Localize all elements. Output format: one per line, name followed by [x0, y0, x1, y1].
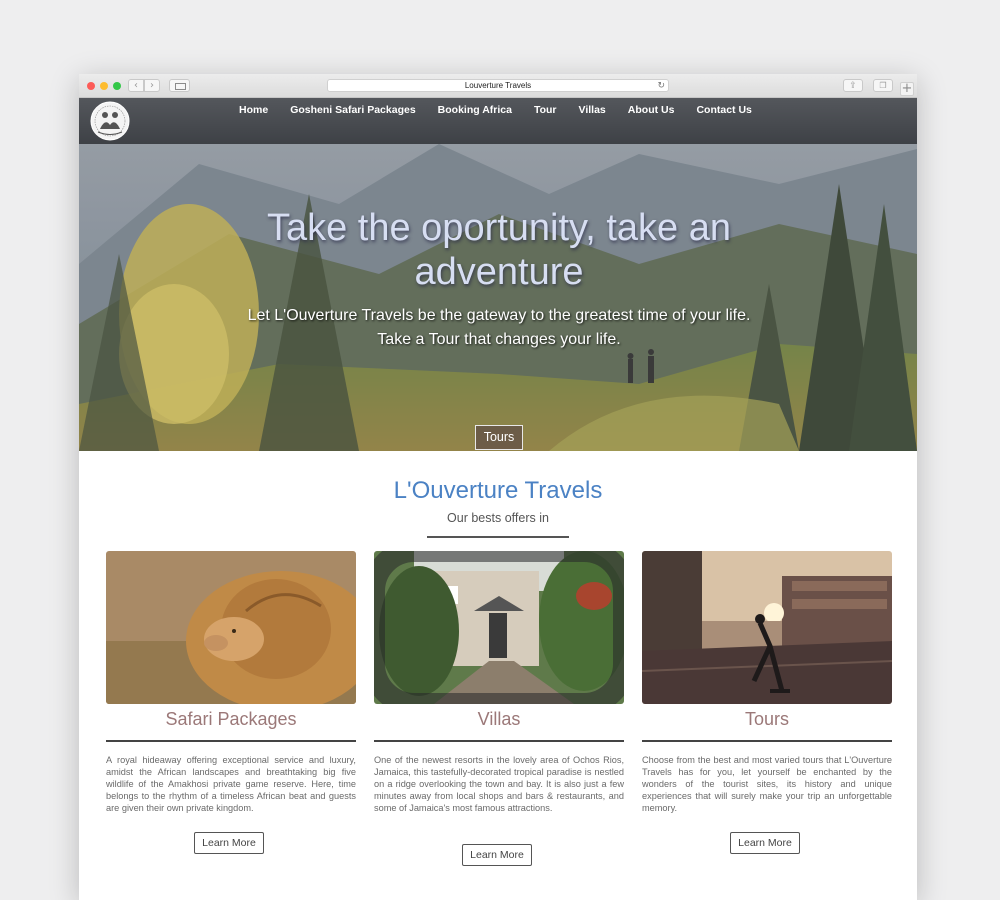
- safari-lion-image: [106, 551, 356, 704]
- card-description: A royal hideaway offering exceptional se…: [106, 755, 356, 813]
- card-description: Choose from the best and most varied tou…: [642, 755, 892, 813]
- learn-more-button[interactable]: Learn More: [730, 832, 800, 854]
- villa-image: [374, 551, 624, 704]
- learn-more-button[interactable]: Learn More: [462, 844, 532, 866]
- browser-titlebar: ‹ › Louverture Travels ↻ +: [79, 74, 917, 98]
- offers-subtitle: Our bests offers in: [447, 511, 549, 525]
- reload-icon[interactable]: ↻: [657, 80, 665, 92]
- hero-subtitle: Let L'Ouverture Travels be the gateway t…: [247, 307, 751, 348]
- minimize-window-button[interactable]: [100, 82, 108, 90]
- back-arrow-icon[interactable]: ‹: [128, 79, 144, 92]
- new-tab-plus-icon[interactable]: +: [900, 82, 914, 96]
- card-title: Safari Packages: [165, 709, 297, 729]
- tabs-overview-icon[interactable]: [873, 79, 893, 92]
- close-window-button[interactable]: [87, 82, 95, 90]
- forward-arrow-icon[interactable]: ›: [144, 79, 160, 92]
- share-icon[interactable]: [843, 79, 863, 92]
- hero-tours-button[interactable]: Tours: [475, 425, 523, 450]
- maximize-window-button[interactable]: [113, 82, 121, 90]
- card-title: Tours: [744, 709, 789, 729]
- nav-item-home[interactable]: Home: [239, 104, 268, 116]
- address-bar-title: Louverture Travels: [464, 81, 532, 90]
- main-menu: Home Gosheni Safari Packages Booking Afr…: [239, 104, 774, 116]
- card-divider: [374, 740, 624, 742]
- hero-background-image: [79, 144, 917, 451]
- hero-title: Take the oportunity, take an adventure: [266, 207, 732, 293]
- learn-more-button[interactable]: Learn More: [194, 832, 264, 854]
- offers-title: L'Ouverture Travels: [393, 477, 603, 504]
- card-divider: [106, 740, 356, 742]
- nav-item-tour[interactable]: Tour: [534, 104, 557, 116]
- card-divider: [642, 740, 892, 742]
- card-description: One of the newest resorts in the lovely …: [374, 755, 624, 813]
- offer-card-safari: Safari Packages A royal hideaway offerin…: [106, 551, 356, 854]
- offers-divider: [427, 536, 569, 538]
- site-header: Home Gosheni Safari Packages Booking Afr…: [79, 98, 917, 144]
- nav-item-gosheni-safari-packages[interactable]: Gosheni Safari Packages: [290, 104, 415, 116]
- browser-window: ‹ › Louverture Travels ↻ + Home Gosheni …: [79, 74, 917, 900]
- offer-card-tours: Tours Choose from the best and most vari…: [642, 551, 892, 854]
- nav-item-booking-africa[interactable]: Booking Africa: [438, 104, 512, 116]
- sidebar-toggle-icon[interactable]: [169, 79, 190, 92]
- tours-skater-image: [642, 551, 892, 704]
- nav-item-about-us[interactable]: About Us: [628, 104, 675, 116]
- card-title: Villas: [477, 709, 521, 729]
- hero-banner: Take the oportunity, take an adventure L…: [79, 144, 917, 451]
- site-logo[interactable]: [89, 101, 131, 141]
- nav-item-villas[interactable]: Villas: [579, 104, 606, 116]
- address-bar[interactable]: Louverture Travels ↻: [327, 79, 669, 92]
- offer-card-villas: Villas One of the newest resorts in the …: [374, 551, 624, 866]
- nav-item-contact-us[interactable]: Contact Us: [696, 104, 751, 116]
